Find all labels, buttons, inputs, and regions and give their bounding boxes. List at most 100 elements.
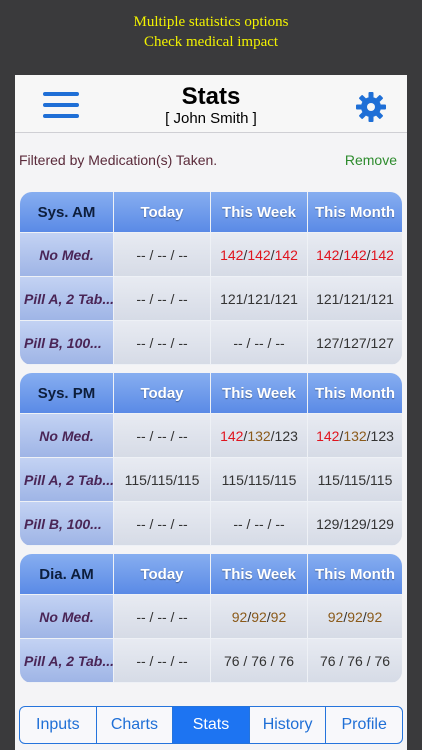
- week-value: 76 / 76 / 76: [211, 639, 308, 683]
- today-value: -- / -- / --: [114, 639, 211, 683]
- value-segment: 127/127/127: [316, 334, 394, 351]
- week-value: 142/142/142: [211, 233, 308, 277]
- value-segment: 115/115/115: [317, 471, 393, 488]
- value-segment: 142: [220, 427, 244, 444]
- value-segment: 92: [366, 608, 383, 625]
- value-segment: 142: [247, 246, 271, 263]
- table-header-row: Sys. PM Today This Week This Month: [20, 373, 402, 414]
- stats-table: Sys. AM Today This Week This Month No Med. --…: [20, 192, 402, 365]
- value-segment: -- / -- / --: [233, 515, 285, 532]
- month-value: 129/129/129: [308, 502, 402, 546]
- stats-table: Sys. PM Today This Week This Month No Med. --…: [20, 373, 402, 546]
- column-header: Today: [114, 192, 211, 233]
- week-value: -- / -- / --: [211, 502, 308, 546]
- table-title: Sys. PM: [20, 373, 114, 414]
- promo-caption: Multiple statistics options Check medica…: [0, 12, 422, 52]
- promo-line-1: Multiple statistics options: [133, 14, 289, 30]
- tab-charts[interactable]: Charts: [97, 707, 174, 743]
- month-value: 92 / 92 / 92: [308, 595, 402, 639]
- value-segment: 92: [251, 608, 267, 625]
- month-value: 142/132/123: [308, 414, 402, 458]
- value-segment: 92: [231, 608, 248, 625]
- value-segment: 92: [270, 608, 287, 625]
- table-header-row: Dia. AM Today This Week This Month: [20, 554, 402, 595]
- patient-name: [ John Smith ]: [165, 110, 257, 127]
- column-header: Today: [114, 554, 211, 595]
- week-value: 92 / 92 / 92: [211, 595, 308, 639]
- table-row: No Med. -- / -- / -- 142/132/123 142/132/12…: [20, 414, 402, 458]
- value-segment: 142: [343, 246, 367, 263]
- row-label: No Med.: [20, 595, 114, 639]
- filter-row: Filtered by Medication(s) Taken. Remove: [15, 133, 407, 188]
- value-segment: 121/121/121: [220, 290, 298, 307]
- month-value: 121/121/121: [308, 277, 402, 321]
- month-value: 76 / 76 / 76: [308, 639, 402, 683]
- column-header: This Month: [308, 373, 402, 414]
- remove-filter-button[interactable]: Remove: [345, 152, 397, 168]
- month-value: 115/115/115: [308, 458, 402, 502]
- stats-tables: Sys. AM Today This Week This Month No Med. --…: [20, 192, 402, 691]
- tab-stats[interactable]: Stats: [173, 707, 250, 743]
- value-segment: 76 / 76 / 76: [223, 652, 295, 669]
- table-row: Pill A, 2 Tab... -- / -- / -- 121/121/121 1…: [20, 277, 402, 321]
- today-value: -- / -- / --: [114, 277, 211, 321]
- today-value: -- / -- / --: [114, 321, 211, 365]
- table-row: Pill A, 2 Tab... -- / -- / -- 76 / 76 / 76…: [20, 639, 402, 683]
- today-value: 115/115/115: [114, 458, 211, 502]
- tab-profile[interactable]: Profile: [326, 707, 402, 743]
- table-row: No Med. -- / -- / -- 92 / 92 / 92 92 / 92 /…: [20, 595, 402, 639]
- stats-table: Dia. AM Today This Week This Month No Med. --…: [20, 554, 402, 683]
- column-header: This Month: [308, 192, 402, 233]
- tab-history[interactable]: History: [250, 707, 327, 743]
- promo-line-2: Check medical impact: [143, 34, 279, 50]
- row-label: Pill B, 100...: [20, 502, 114, 546]
- value-segment: /123: [270, 427, 298, 444]
- tab-inputs[interactable]: Inputs: [20, 707, 97, 743]
- value-segment: -- / -- / --: [233, 334, 285, 351]
- table-header-row: Sys. AM Today This Week This Month: [20, 192, 402, 233]
- page-title: Stats: [181, 83, 241, 110]
- column-header: This Month: [308, 554, 402, 595]
- week-value: 115/115/115: [211, 458, 308, 502]
- value-segment: 92: [327, 608, 344, 625]
- table-title: Dia. AM: [20, 554, 114, 595]
- today-value: -- / -- / --: [114, 233, 211, 277]
- value-segment: 142: [316, 246, 340, 263]
- column-header: This Week: [211, 192, 308, 233]
- app-screen: Stats [ John Smith ] Filtered by Medicat…: [15, 75, 407, 750]
- week-value: 121/121/121: [211, 277, 308, 321]
- value-segment: 129/129/129: [316, 515, 394, 532]
- table-row: Pill B, 100... -- / -- / -- -- / -- / -- 12…: [20, 502, 402, 546]
- row-label: Pill A, 2 Tab...: [20, 277, 114, 321]
- column-header: Today: [114, 373, 211, 414]
- value-segment: 142: [274, 246, 298, 263]
- table-row: No Med. -- / -- / -- 142/142/142 142/142/14…: [20, 233, 402, 277]
- value-segment: 142: [220, 246, 244, 263]
- month-value: 142/142/142: [308, 233, 402, 277]
- row-label: No Med.: [20, 233, 114, 277]
- today-value: -- / -- / --: [114, 502, 211, 546]
- gear-icon[interactable]: [355, 91, 387, 123]
- value-segment: 142: [370, 246, 394, 263]
- value-segment: 132: [247, 427, 271, 444]
- column-header: This Week: [211, 373, 308, 414]
- value-segment: 142: [316, 427, 340, 444]
- today-value: -- / -- / --: [114, 414, 211, 458]
- row-label: Pill B, 100...: [20, 321, 114, 365]
- table-row: Pill B, 100... -- / -- / -- -- / -- / -- 12…: [20, 321, 402, 365]
- value-segment: /123: [366, 427, 394, 444]
- row-label: Pill A, 2 Tab...: [20, 458, 114, 502]
- tab-bar: Inputs Charts Stats History Profile: [19, 706, 403, 744]
- navigation-bar: Stats [ John Smith ]: [15, 75, 407, 133]
- filter-description: Filtered by Medication(s) Taken.: [19, 152, 218, 168]
- value-segment: 76 / 76 / 76: [319, 652, 391, 669]
- value-segment: 115/115/115: [221, 471, 297, 488]
- column-header: This Week: [211, 554, 308, 595]
- value-segment: 132: [343, 427, 367, 444]
- row-label: Pill A, 2 Tab...: [20, 639, 114, 683]
- table-row: Pill A, 2 Tab... 115/115/115 115/115/115 11…: [20, 458, 402, 502]
- value-segment: 92: [347, 608, 363, 625]
- month-value: 127/127/127: [308, 321, 402, 365]
- week-value: -- / -- / --: [211, 321, 308, 365]
- row-label: No Med.: [20, 414, 114, 458]
